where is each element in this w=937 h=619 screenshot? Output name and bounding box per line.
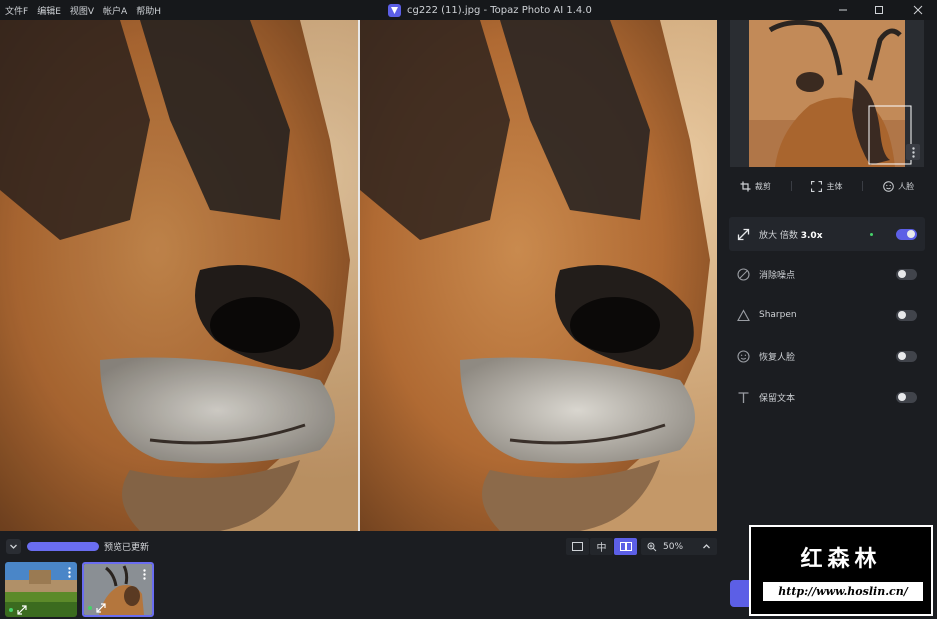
bottom-bar: 预览已更新 中 50% xyxy=(0,531,717,561)
view-mode-group: 中 xyxy=(566,538,637,555)
expand-icon xyxy=(96,603,106,613)
crop-icon xyxy=(740,181,751,191)
tool-face-recovery[interactable]: 恢复人脸 xyxy=(729,339,925,373)
menu-view[interactable]: 视图V xyxy=(70,4,94,17)
thumbnail-menu-button[interactable] xyxy=(64,565,74,579)
progress-bar xyxy=(27,542,99,551)
watermark-logo: 红森林 http://www.hoslin.cn/ xyxy=(749,525,933,616)
chevron-up-icon[interactable] xyxy=(702,542,711,551)
upscale-icon xyxy=(737,228,750,240)
close-icon xyxy=(913,5,923,15)
subject-icon xyxy=(811,180,823,192)
zoom-value: 50% xyxy=(663,541,684,552)
menu-edit[interactable]: 编辑E xyxy=(37,4,61,17)
original-preview[interactable] xyxy=(0,20,358,531)
side-by-side-view-button[interactable] xyxy=(614,538,637,555)
denoise-icon xyxy=(737,267,750,281)
maximize-icon xyxy=(875,6,883,14)
face-recovery-toggle[interactable] xyxy=(896,350,917,362)
text-icon xyxy=(738,391,749,403)
navigator-menu-button[interactable] xyxy=(906,144,920,160)
watermark-url: http://www.hoslin.cn/ xyxy=(763,582,923,601)
window-title-text: cg222 (11).jpg - Topaz Photo AI 1.4.0 xyxy=(407,4,592,16)
sharpen-icon xyxy=(737,308,750,321)
image-viewer[interactable] xyxy=(0,20,717,531)
filmstrip xyxy=(0,561,717,619)
processed-image xyxy=(360,20,717,531)
separator xyxy=(862,181,864,191)
tool-upscale[interactable]: 放大 倍数 3.0x xyxy=(729,217,925,251)
zoom-control[interactable]: 50% xyxy=(641,538,717,555)
zoom-icon xyxy=(647,542,657,551)
maximize-button[interactable] xyxy=(864,0,894,20)
sharpen-toggle[interactable] xyxy=(896,309,917,321)
separator xyxy=(790,181,792,191)
title-bar: 文件F 编辑E 视图V 帐户A 帮助H cg222 (11).jpg - Top… xyxy=(0,0,937,20)
tool-upscale-label: 放大 倍数 3.0x xyxy=(759,230,823,241)
tool-denoise[interactable]: 消除噪点 xyxy=(729,257,925,291)
more-vertical-icon xyxy=(142,568,146,580)
upscale-toggle[interactable] xyxy=(896,228,917,240)
expand-icon xyxy=(17,605,27,615)
crop-label: 裁剪 xyxy=(754,181,771,191)
face-label: 人脸 xyxy=(898,181,915,191)
single-view-button[interactable] xyxy=(566,538,589,555)
tool-sharpen[interactable]: Sharpen xyxy=(729,298,925,332)
crop-toolbar: 裁剪 主体 人脸 xyxy=(730,173,924,199)
minimize-button[interactable] xyxy=(828,0,858,20)
preserve-text-toggle[interactable] xyxy=(896,391,917,403)
crop-button[interactable]: 裁剪 xyxy=(740,181,771,192)
menu-help[interactable]: 帮助H xyxy=(136,4,161,17)
subject-button[interactable]: 主体 xyxy=(811,180,843,192)
original-image xyxy=(0,20,358,531)
processed-dot-icon xyxy=(9,608,13,612)
thumbnail-item[interactable] xyxy=(5,562,77,617)
menu-file[interactable]: 文件F xyxy=(5,4,28,17)
navigator-preview[interactable] xyxy=(730,20,924,167)
menu-account[interactable]: 帐户A xyxy=(103,4,127,17)
single-view-icon xyxy=(572,542,583,551)
app-logo-icon xyxy=(388,3,401,17)
status-dot-icon xyxy=(870,232,873,236)
thumbnail-item-selected[interactable] xyxy=(82,562,154,617)
face-icon xyxy=(883,180,894,192)
tool-face-recovery-label: 恢复人脸 xyxy=(759,352,796,363)
processed-dot-icon xyxy=(88,606,92,610)
window-title: cg222 (11).jpg - Topaz Photo AI 1.4.0 xyxy=(388,0,592,20)
side-by-side-icon xyxy=(619,542,632,551)
split-view-button[interactable]: 中 xyxy=(590,538,613,555)
more-vertical-icon xyxy=(911,146,915,158)
denoise-toggle[interactable] xyxy=(896,268,917,280)
tool-sharpen-label: Sharpen xyxy=(759,310,797,320)
watermark-title: 红森林 xyxy=(800,547,882,572)
more-vertical-icon xyxy=(67,566,71,578)
split-view-icon: 中 xyxy=(596,543,607,554)
navigator-image xyxy=(730,20,924,167)
tool-preserve-text-label: 保留文本 xyxy=(759,393,796,404)
menu-bar: 文件F 编辑E 视图V 帐户A 帮助H xyxy=(0,4,161,17)
tool-preserve-text[interactable]: 保留文本 xyxy=(729,380,925,414)
face-recovery-icon xyxy=(737,349,750,363)
tool-denoise-label: 消除噪点 xyxy=(759,270,796,281)
face-button[interactable]: 人脸 xyxy=(883,180,915,192)
status-text: 预览已更新 xyxy=(104,543,150,553)
chevron-down-icon xyxy=(10,544,17,549)
processed-preview[interactable] xyxy=(360,20,717,531)
subject-label: 主体 xyxy=(826,181,843,191)
minimize-icon xyxy=(839,9,847,11)
collapse-filmstrip-button[interactable] xyxy=(6,539,21,554)
thumbnail-menu-button[interactable] xyxy=(139,567,149,581)
close-button[interactable] xyxy=(903,0,933,20)
